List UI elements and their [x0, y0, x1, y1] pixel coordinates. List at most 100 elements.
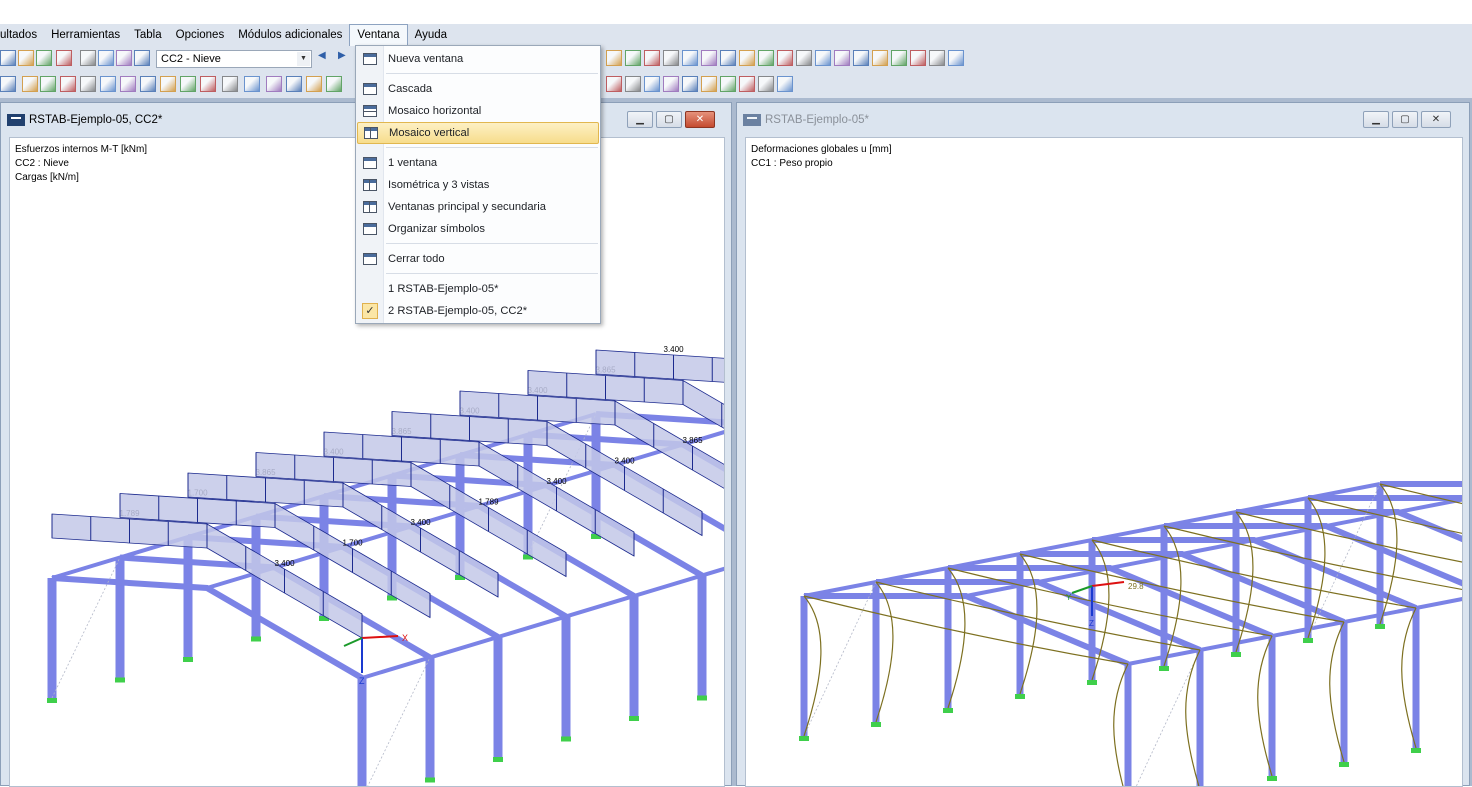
toolbar-tool-icon[interactable]	[739, 50, 755, 66]
prev-arrow-icon[interactable]: ◀	[318, 50, 334, 66]
right-model-window[interactable]: RSTAB-Ejemplo-05* ▁ ▢ ✕ YZ29.8 Deformaci…	[736, 102, 1470, 786]
menu-modulos-adicionales[interactable]: Módulos adicionales	[231, 24, 349, 46]
toolbar-tool-icon[interactable]	[306, 76, 322, 92]
ventana-dropdown-menu: Nueva ventana Cascada Mosaico horizontal…	[355, 45, 601, 324]
support-node	[1375, 624, 1385, 629]
menu-item-window-1[interactable]: 1 RSTAB-Ejemplo-05*	[357, 278, 599, 300]
toolbar-tool-icon[interactable]	[56, 50, 72, 66]
toolbar-tool-icon[interactable]	[663, 76, 679, 92]
toolbar-tool-icon[interactable]	[160, 76, 176, 92]
toolbar-tool-icon[interactable]	[116, 50, 132, 66]
toolbar-tool-icon[interactable]	[948, 50, 964, 66]
menu-ventana[interactable]: Ventana	[349, 24, 407, 46]
toolbar-tool-icon[interactable]	[796, 50, 812, 66]
toolbar-tool-icon[interactable]	[180, 76, 196, 92]
next-arrow-icon[interactable]: ▶	[338, 50, 354, 66]
support-node	[871, 722, 881, 727]
toolbar-tool-icon[interactable]	[758, 76, 774, 92]
toolbar-tool-icon[interactable]	[36, 50, 52, 66]
toolbar-tool-icon[interactable]	[758, 50, 774, 66]
menu-item-window-2[interactable]: ✓ 2 RSTAB-Ejemplo-05, CC2*	[357, 300, 599, 322]
menu-bar: ultados Herramientas Tabla Opciones Módu…	[0, 24, 1472, 46]
menu-item-cerrar-todo[interactable]: Cerrar todo	[357, 248, 599, 270]
toolbar-tool-icon[interactable]	[22, 76, 38, 92]
toolbar-tool-icon[interactable]	[0, 76, 16, 92]
toolbar-tool-icon[interactable]	[286, 76, 302, 92]
toolbar-tool-icon[interactable]	[720, 76, 736, 92]
toolbar-tool-icon[interactable]	[98, 50, 114, 66]
support-node	[1411, 748, 1421, 753]
toolbar-tool-icon[interactable]	[625, 50, 641, 66]
toolbar-tool-icon[interactable]	[18, 50, 34, 66]
toolbar-tool-icon[interactable]	[834, 50, 850, 66]
toolbar-tool-icon[interactable]	[701, 50, 717, 66]
toolbar-tool-icon[interactable]	[60, 76, 76, 92]
toolbar-tool-icon[interactable]	[326, 76, 342, 92]
toolbar-tool-icon[interactable]	[910, 50, 926, 66]
toolbar-tool-icon[interactable]	[663, 50, 679, 66]
load-value-label: 3.400	[547, 477, 568, 486]
toolbar-tool-icon[interactable]	[140, 76, 156, 92]
maximize-button[interactable]: ▢	[1392, 111, 1418, 128]
menu-item-cascada[interactable]: Cascada	[357, 78, 599, 100]
menu-item-mosaico-horizontal[interactable]: Mosaico horizontal	[357, 100, 599, 122]
minimize-button[interactable]: ▁	[627, 111, 653, 128]
toolbar-tool-icon[interactable]	[606, 76, 622, 92]
toolbar-tool-icon[interactable]	[625, 76, 641, 92]
menu-resultados[interactable]: ultados	[0, 24, 44, 46]
toolbar-tool-icon[interactable]	[40, 76, 56, 92]
toolbar-tool-icon[interactable]	[0, 50, 16, 66]
menu-item-1-ventana[interactable]: 1 ventana	[357, 152, 599, 174]
menu-item-principal-secundaria[interactable]: Ventanas principal y secundaria	[357, 196, 599, 218]
load-value-label: 3.400	[275, 559, 296, 568]
menu-item-mosaico-vertical[interactable]: Mosaico vertical	[357, 122, 599, 144]
menu-item-isometrica[interactable]: Isométrica y 3 vistas	[357, 174, 599, 196]
toolbar-tool-icon[interactable]	[200, 76, 216, 92]
toolbar-tool-icon[interactable]	[606, 50, 622, 66]
menu-tabla[interactable]: Tabla	[127, 24, 169, 46]
deformation-curve	[1092, 540, 1416, 608]
menu-herramientas[interactable]: Herramientas	[44, 24, 127, 46]
menu-item-organizar-simbolos[interactable]: Organizar símbolos	[357, 218, 599, 240]
toolbar-tool-icon[interactable]	[80, 76, 96, 92]
toolbar-tool-icon[interactable]	[644, 50, 660, 66]
toolbar-tool-icon[interactable]	[891, 50, 907, 66]
left-window-titlebar[interactable]: RSTAB-Ejemplo-05, CC2*	[7, 111, 162, 129]
toolbar-tool-icon[interactable]	[720, 50, 736, 66]
toolbar-tool-icon[interactable]	[929, 50, 945, 66]
support-node	[251, 637, 261, 642]
toolbar-tool-icon[interactable]	[134, 50, 150, 66]
toolbar-tool-icon[interactable]	[80, 50, 96, 66]
chevron-down-icon[interactable]: ▼	[297, 52, 310, 66]
toolbar-tool-icon[interactable]	[739, 76, 755, 92]
toolbar-tool-icon[interactable]	[777, 76, 793, 92]
toolbar-tool-icon[interactable]	[682, 50, 698, 66]
rafter-member	[948, 568, 1272, 636]
maximize-button[interactable]: ▢	[656, 111, 682, 128]
close-button[interactable]: ✕	[685, 111, 715, 128]
toolbar-tool-icon[interactable]	[853, 50, 869, 66]
right-window-titlebar[interactable]: RSTAB-Ejemplo-05*	[743, 111, 869, 129]
toolbar-tool-icon[interactable]	[266, 76, 282, 92]
menu-opciones[interactable]: Opciones	[169, 24, 232, 46]
toolbar-tool-icon[interactable]	[222, 76, 238, 92]
rafter-member	[1020, 554, 1344, 622]
toolbar-tool-icon[interactable]	[120, 76, 136, 92]
z-axis-label: Z	[1089, 619, 1094, 628]
toolbar-tool-icon[interactable]	[815, 50, 831, 66]
minimize-button[interactable]: ▁	[1363, 111, 1389, 128]
toolbar-tool-icon[interactable]	[244, 76, 260, 92]
menu-ayuda[interactable]: Ayuda	[408, 24, 454, 46]
toolbar-tool-icon[interactable]	[682, 76, 698, 92]
menu-item-nueva-ventana[interactable]: Nueva ventana	[357, 48, 599, 70]
right-3d-viewport[interactable]: YZ29.8 Deformaciones globales u [mm] CC1…	[745, 137, 1463, 787]
toolbar-tool-icon[interactable]	[644, 76, 660, 92]
toolbar-tool-icon[interactable]	[100, 76, 116, 92]
support-node	[629, 716, 639, 721]
toolbar-tool-icon[interactable]	[872, 50, 888, 66]
load-case-combo[interactable]: CC2 - Nieve ▼	[156, 50, 312, 68]
toolbar-tool-icon[interactable]	[777, 50, 793, 66]
close-button[interactable]: ✕	[1421, 111, 1451, 128]
toolbar-tool-icon[interactable]	[701, 76, 717, 92]
support-node	[1231, 652, 1241, 657]
